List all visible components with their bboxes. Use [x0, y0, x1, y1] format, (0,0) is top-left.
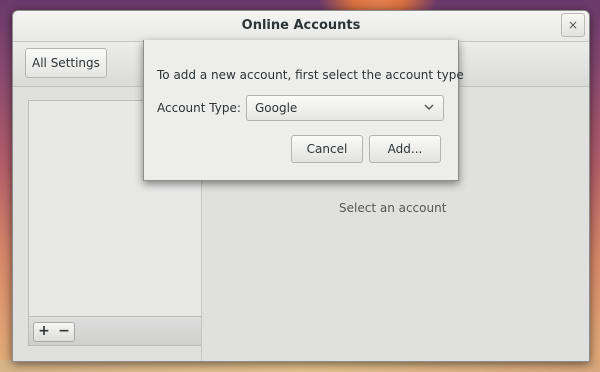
- all-settings-button[interactable]: All Settings: [25, 48, 107, 78]
- dialog-prompt: To add a new account, first select the a…: [157, 68, 464, 82]
- account-type-label: Account Type:: [157, 101, 241, 115]
- window-title: Online Accounts: [241, 18, 361, 33]
- add-account-dialog: To add a new account, first select the a…: [143, 40, 464, 181]
- account-list-toolbar: + −: [29, 316, 201, 345]
- plus-icon: +: [38, 323, 50, 339]
- empty-state-text: Select an account: [339, 201, 447, 215]
- account-type-value: Google: [255, 101, 298, 115]
- add-account-button[interactable]: +: [33, 322, 55, 342]
- add-button[interactable]: Add...: [369, 135, 441, 163]
- titlebar: Online Accounts ×: [13, 11, 589, 42]
- chevron-down-icon: [424, 104, 434, 111]
- close-button[interactable]: ×: [561, 13, 585, 37]
- cancel-button[interactable]: Cancel: [291, 135, 363, 163]
- minus-icon: −: [58, 323, 70, 339]
- remove-account-button[interactable]: −: [54, 322, 75, 342]
- close-icon: ×: [567, 18, 579, 32]
- account-type-select[interactable]: Google: [246, 95, 444, 121]
